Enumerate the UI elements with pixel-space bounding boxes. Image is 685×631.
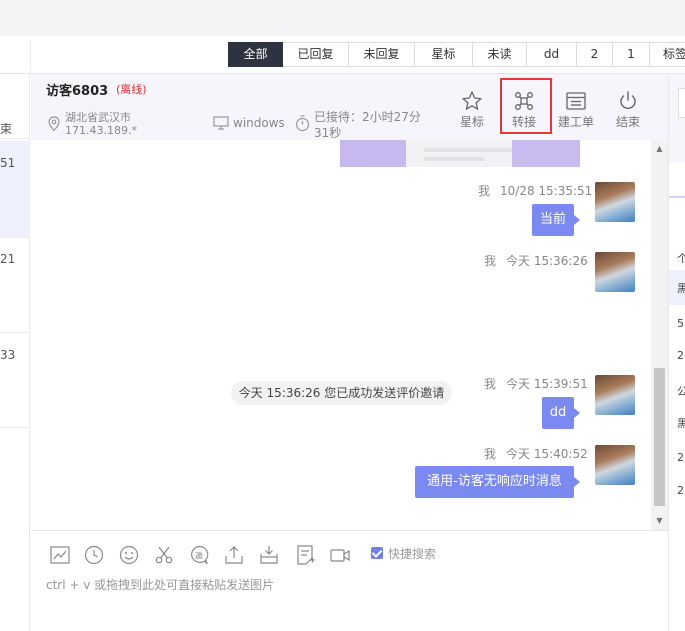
message-meta: 我今天 15:39:51 — [484, 375, 588, 392]
right-panel-text: 2 — [677, 349, 684, 362]
message-meta: 我 10/28 15:35:51 — [478, 182, 592, 199]
video-icon[interactable] — [329, 544, 351, 566]
end-label[interactable]: 束 — [0, 120, 30, 137]
message-bubble: 通用-访客无响应时消息 — [415, 466, 580, 498]
message-bubble: 当前 — [532, 204, 580, 236]
divider — [0, 237, 30, 238]
message-sender: 我 — [484, 447, 497, 461]
monitor-icon — [213, 116, 229, 130]
image-message-fragment[interactable] — [340, 140, 580, 167]
visitor-ip: 171.43.189.* — [65, 124, 137, 137]
chat-header: 访客6803 (离线) 湖北省武汉市 171.43.189.* windows … — [31, 74, 668, 140]
divider — [0, 427, 30, 428]
chat-app: 全部 已回复 未回复 星标 未读 dd 2 1 标签 束 51 21 33 访客… — [0, 0, 685, 631]
conversation-list: 束 51 21 33 — [0, 74, 30, 631]
end-chat-button[interactable]: 结束 — [606, 88, 650, 132]
upload-icon[interactable] — [223, 544, 245, 566]
download-icon[interactable] — [258, 544, 280, 566]
scroll-thumb[interactable] — [654, 368, 665, 506]
avatar — [595, 445, 635, 485]
visitor-location: 湖北省武汉市 — [65, 111, 131, 124]
tab-tags[interactable]: 标签 — [650, 42, 685, 67]
right-panel-text: 2 — [677, 451, 684, 464]
divider — [30, 40, 31, 70]
visitor-status: (离线) — [116, 83, 147, 96]
clock-icon[interactable] — [83, 544, 105, 566]
svg-text:邀: 邀 — [195, 551, 203, 561]
right-panel-text: 2 — [677, 484, 684, 497]
tab-1[interactable]: 1 — [613, 42, 650, 67]
message-meta: 我今天 15:36:26 — [484, 252, 588, 269]
note-icon[interactable] — [294, 544, 316, 566]
quick-search-label[interactable]: 快捷搜索 — [388, 545, 436, 562]
tab-unread[interactable]: 未读 — [473, 42, 527, 67]
power-icon — [620, 91, 636, 110]
right-panel-text: 公 — [677, 385, 685, 398]
message-list: 我 10/28 15:35:51 当前 我今天 15:36:26 今天 15:36… — [31, 140, 668, 530]
location-icon — [48, 116, 60, 132]
scrollbar[interactable]: ▲ ▼ — [651, 140, 668, 530]
avatar — [595, 182, 635, 222]
scroll-up-arrow-icon[interactable]: ▲ — [651, 144, 668, 154]
message-sender: 我 — [484, 377, 497, 391]
tab-2[interactable]: 2 — [577, 42, 613, 67]
message-meta: 我今天 15:40:52 — [484, 445, 588, 462]
tab-unreplied[interactable]: 未回复 — [349, 42, 415, 67]
emoji-icon[interactable] — [118, 544, 140, 566]
scroll-down-arrow-icon[interactable]: ▼ — [651, 516, 668, 526]
list-item-time: 21 — [0, 252, 16, 266]
quick-search-checkbox[interactable] — [371, 547, 383, 559]
create-ticket-label: 建工单 — [557, 115, 594, 129]
end-chat-label: 结束 — [615, 115, 640, 129]
avatar — [595, 375, 635, 415]
avatar — [595, 252, 635, 292]
divider — [0, 332, 30, 333]
right-panel-header — [669, 74, 685, 162]
message-bubble: dd — [542, 397, 580, 429]
star-button[interactable]: 星标 — [450, 88, 494, 132]
timer-icon — [295, 115, 310, 132]
tab-replied[interactable]: 已回复 — [283, 42, 349, 67]
ticket-icon — [566, 92, 586, 110]
message-time: 今天 15:36:26 — [506, 254, 588, 268]
list-item-time: 51 — [0, 156, 16, 170]
message-sender: 我 — [484, 254, 497, 268]
image-line — [424, 148, 512, 152]
top-strip — [0, 0, 685, 36]
right-panel-text: 黑 — [677, 417, 685, 430]
create-ticket-button[interactable]: 建工单 — [554, 88, 598, 132]
input-area: 邀 快捷搜索 ctrl + v 或拖拽到此处可直接粘贴发送图片 — [31, 530, 668, 631]
message-time: 今天 15:40:52 — [506, 447, 588, 461]
message-time: 今天 15:39:51 — [506, 377, 588, 391]
message-sender: 我 — [478, 184, 491, 198]
right-panel-text: 个 — [677, 252, 685, 265]
visitor-name: 访客6803 — [46, 84, 109, 99]
star-label: 星标 — [459, 115, 484, 129]
chart-icon[interactable] — [49, 544, 71, 566]
divider — [669, 196, 685, 198]
tab-starred[interactable]: 星标 — [415, 42, 473, 67]
right-panel-input[interactable] — [678, 88, 685, 118]
chat-panel: 访客6803 (离线) 湖北省武汉市 171.43.189.* windows … — [31, 74, 668, 631]
transfer-highlight-box — [500, 78, 552, 134]
right-panel-fragment: 个 黑 5 2 公 黑 2 2 — [668, 74, 685, 631]
message-input[interactable]: ctrl + v 或拖拽到此处可直接粘贴发送图片 — [46, 576, 646, 593]
filter-bar: 全部 已回复 未回复 星标 未读 dd 2 1 标签 — [0, 36, 685, 74]
system-notice: 今天 15:36:26 您已成功发送评价邀请 — [231, 381, 452, 405]
star-icon — [462, 91, 482, 110]
right-panel-text: 5 — [677, 317, 684, 330]
wait-duration: 已接待：2小时27分 — [314, 110, 421, 124]
tab-dd[interactable]: dd — [527, 42, 577, 67]
tab-all[interactable]: 全部 — [228, 42, 283, 67]
invite-icon[interactable]: 邀 — [188, 544, 210, 566]
wait-duration-seconds: 31秒 — [314, 126, 342, 140]
right-panel-text: 黑 — [677, 282, 685, 295]
divider — [0, 138, 30, 139]
scissors-icon[interactable] — [153, 544, 175, 566]
message-time: 10/28 15:35:51 — [500, 184, 593, 198]
image-line — [424, 157, 484, 161]
list-item-time: 33 — [0, 348, 16, 362]
visitor-os: windows — [233, 116, 285, 130]
